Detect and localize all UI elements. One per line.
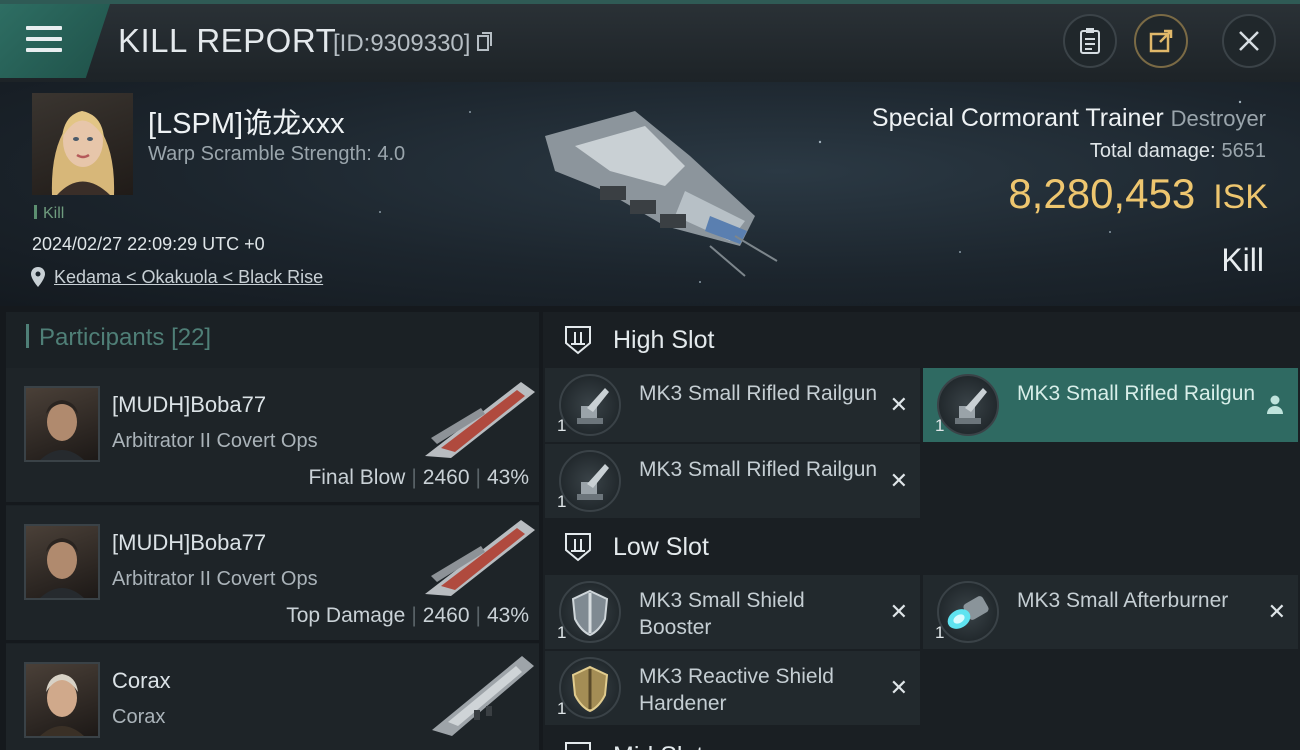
railgun-icon: [559, 450, 621, 512]
module-name: MK3 Small Rifled Railgun: [639, 382, 878, 405]
victim-ship-name[interactable]: Special Cormorant Trainer Destroyer: [872, 104, 1266, 133]
participant-ship-image: [425, 382, 535, 458]
participant-row[interactable]: [MUDH]Boba77 Arbitrator II Covert Ops Fi…: [6, 368, 539, 505]
warp-scramble-strength: Warp Scramble Strength: 4.0: [148, 143, 406, 165]
module-slot[interactable]: 1 MK3 Small Rifled Railgun ✕: [545, 444, 920, 518]
share-icon: [1149, 29, 1173, 53]
mid-slot-icon: [565, 742, 591, 750]
participant-name: Corax: [112, 668, 171, 693]
participant-damage: 2460: [422, 466, 470, 489]
mid-slot-header: Mid Slot: [545, 730, 1295, 750]
low-slot-header: Low Slot: [545, 521, 1295, 575]
clipboard-button[interactable]: [1063, 14, 1117, 68]
participant-stats: Top Damage | 2460 | 43%: [286, 604, 529, 627]
kill-location-link[interactable]: Kedama < Okakuola < Black Rise: [54, 267, 323, 288]
report-id-text: [ID:9309330]: [333, 30, 471, 57]
module-slot[interactable]: 1 MK3 Small Shield Booster ✕: [545, 575, 920, 649]
close-button[interactable]: [1222, 14, 1276, 68]
participant-percent: 43%: [486, 604, 529, 627]
participant-damage: 2460: [422, 604, 470, 627]
participant-role: Top Damage: [286, 604, 406, 627]
module-slot[interactable]: 1 MK3 Small Rifled Railgun ✕: [545, 368, 920, 442]
shield-booster-icon: [559, 581, 621, 643]
avatar: [24, 524, 100, 600]
module-slot[interactable]: 1 MK3 Reactive Shield Hardener ✕: [545, 651, 920, 725]
ship-name-text: Special Cormorant Trainer: [871, 104, 1164, 132]
participant-ship-image: [425, 520, 535, 596]
participant-ship: Arbitrator II Covert Ops: [112, 430, 318, 452]
report-id[interactable]: [ID:9309330]: [333, 30, 493, 58]
victim-summary: [LSPM]诡龙xxx Warp Scramble Strength: 4.0 …: [0, 82, 1300, 306]
participant-role: Final Blow: [308, 466, 406, 489]
participant-ship: Corax: [112, 706, 166, 728]
kill-tag-label: Kill: [43, 205, 65, 222]
module-slot-selected[interactable]: 1 MK3 Small Rifled Railgun: [923, 368, 1298, 442]
high-slot-header: High Slot: [545, 314, 1295, 368]
kill-datetime: 2024/02/27 22:09:29 UTC +0: [32, 234, 265, 254]
total-damage-label: Total damage:: [1089, 140, 1216, 162]
participant-ship-image: [432, 656, 534, 736]
kill-tag: Kill: [34, 205, 64, 223]
page-title: KILL REPORT: [118, 22, 337, 59]
railgun-icon: [937, 374, 999, 436]
victim-portrait[interactable]: [32, 93, 133, 195]
participants-count: [22]: [171, 324, 212, 351]
shield-hardener-icon: [559, 657, 621, 719]
hamburger-icon: [26, 26, 62, 30]
low-slot-icon: [565, 533, 591, 562]
destroyed-mark-icon: ✕: [1267, 599, 1286, 624]
isk-value: 8,280,453 ISK: [1008, 170, 1268, 218]
destroyed-mark-icon: ✕: [889, 599, 908, 624]
module-name: MK3 Small Rifled Railgun: [639, 458, 878, 481]
hamburger-line: [26, 48, 62, 52]
copy-icon[interactable]: [477, 32, 493, 52]
participants-label: Participants: [39, 324, 165, 351]
module-quantity: 1: [557, 623, 567, 642]
total-damage: Total damage: 5651: [1090, 140, 1266, 163]
person-icon[interactable]: [1266, 394, 1284, 414]
module-quantity: 1: [935, 623, 945, 642]
participant-ship: Arbitrator II Covert Ops: [112, 568, 318, 590]
destroyed-mark-icon: ✕: [889, 392, 908, 417]
module-name: MK3 Small Shield Booster: [639, 589, 805, 639]
high-slot-icon: [565, 326, 591, 355]
clipboard-icon: [1080, 28, 1100, 54]
module-quantity: 1: [557, 416, 567, 435]
module-name: MK3 Small Afterburner: [1017, 589, 1229, 612]
module-slot[interactable]: 1 MK3 Small Afterburner ✕: [923, 575, 1298, 649]
railgun-icon: [559, 374, 621, 436]
module-quantity: 1: [557, 699, 567, 718]
isk-amount: 8,280,453: [1008, 170, 1196, 217]
module-quantity: 1: [935, 416, 945, 435]
ship-class: Destroyer: [1170, 106, 1266, 131]
victim-ship-image: [545, 111, 778, 277]
destroyed-mark-icon: ✕: [889, 675, 908, 700]
close-icon: [1239, 31, 1259, 51]
participant-name: [MUDH]Boba77: [112, 392, 267, 417]
avatar: [24, 662, 100, 738]
participant-row[interactable]: Corax Corax: [6, 644, 539, 750]
pilot-avatar: [51, 111, 115, 195]
avatar: [24, 386, 100, 462]
location-pin-icon: [31, 267, 45, 287]
share-button[interactable]: [1134, 14, 1188, 68]
participant-percent: 43%: [486, 466, 529, 489]
total-damage-value: 5651: [1221, 140, 1267, 162]
participant-name: [MUDH]Boba77: [112, 530, 267, 555]
hamburger-line: [26, 37, 62, 41]
kill-result: Kill: [1221, 242, 1264, 278]
afterburner-icon: [937, 581, 999, 643]
destroyed-mark-icon: ✕: [889, 468, 908, 493]
module-quantity: 1: [557, 492, 567, 511]
isk-unit: ISK: [1213, 178, 1268, 216]
module-name: MK3 Small Rifled Railgun: [1017, 382, 1256, 405]
participant-row[interactable]: [MUDH]Boba77 Arbitrator II Covert Ops To…: [6, 506, 539, 643]
participant-stats: Final Blow | 2460 | 43%: [308, 466, 529, 489]
high-slot-label: High Slot: [613, 326, 715, 354]
participants-header: Participants [22]: [26, 324, 211, 352]
victim-pilot-name[interactable]: [LSPM]诡龙xxx: [148, 100, 345, 142]
module-name: MK3 Reactive Shield Hardener: [639, 665, 834, 715]
low-slot-label: Low Slot: [613, 533, 709, 561]
mid-slot-label: Mid Slot: [613, 742, 703, 750]
